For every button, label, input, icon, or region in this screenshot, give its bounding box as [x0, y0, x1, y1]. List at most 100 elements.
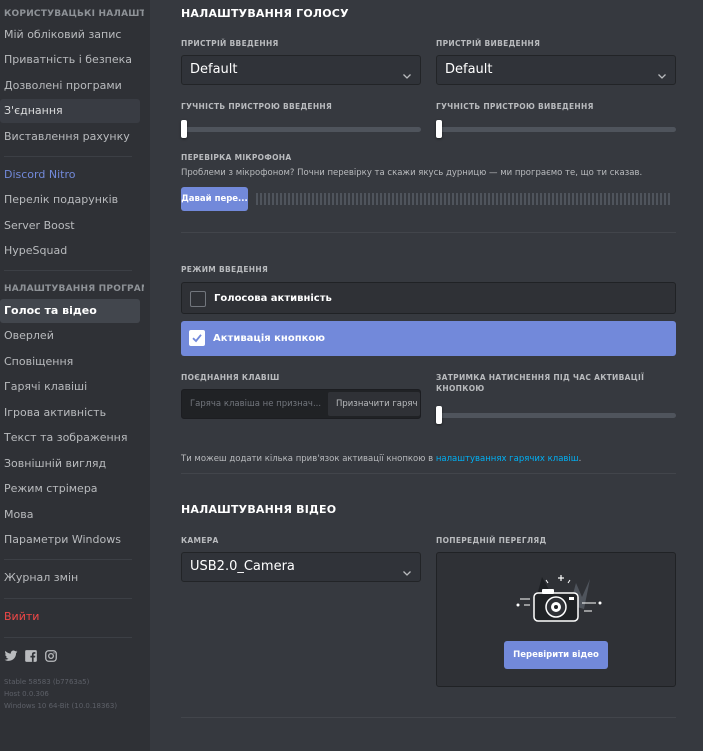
push-to-talk-checkbox[interactable] [189, 330, 205, 346]
settings-sidebar: КОРИСТУВАЦЬКІ НАЛАШТУВАННЯ Мій обліковий… [0, 0, 150, 751]
meter-bar [344, 193, 346, 205]
sidebar-item-gift-inventory[interactable]: Перелік подарунків [0, 188, 140, 212]
version-info: Stable 58583 (b7763a5) [4, 678, 90, 686]
meter-bar [620, 193, 622, 205]
input-mode-label: РЕЖИМ ВВЕДЕННЯ [181, 265, 269, 274]
meter-bar [456, 193, 458, 205]
sidebar-item-language[interactable]: Мова [0, 503, 140, 527]
release-delay-handle[interactable] [436, 406, 442, 424]
meter-bar [288, 193, 290, 205]
meter-bar [608, 193, 610, 205]
meter-bar [556, 193, 558, 205]
sidebar-item-privacy[interactable]: Приватність і безпека [0, 48, 140, 72]
sidebar-item-text-images[interactable]: Текст та зображення [0, 426, 140, 450]
meter-bar [272, 193, 274, 205]
input-volume-handle[interactable] [181, 120, 187, 138]
meter-bar [452, 193, 454, 205]
sidebar-item-changelog[interactable]: Журнал змін [0, 566, 140, 590]
sidebar-divider [4, 637, 132, 638]
meter-bar [532, 193, 534, 205]
meter-bar [260, 193, 262, 205]
twitter-icon[interactable] [4, 648, 18, 662]
output-device-value: Default [445, 62, 493, 77]
meter-bar [544, 193, 546, 205]
sidebar-divider [4, 156, 132, 157]
output-volume-slider[interactable] [436, 120, 676, 138]
meter-bar [504, 193, 506, 205]
record-keybind-button[interactable]: Призначити гаряч [328, 392, 420, 416]
meter-bar [564, 193, 566, 205]
shortcut-recorder[interactable]: Гаряча клавіша не признач... Призначити … [181, 389, 421, 419]
output-volume-handle[interactable] [436, 120, 442, 138]
meter-bar [568, 193, 570, 205]
sidebar-item-overlay[interactable]: Оверлей [0, 324, 140, 348]
sidebar-item-authorized-apps[interactable]: Дозволені програми [0, 74, 140, 98]
voice-activity-checkbox[interactable] [190, 291, 206, 307]
sidebar-item-logout[interactable]: Вийти [0, 605, 140, 629]
mic-test-button[interactable]: Давай пере... [181, 187, 248, 211]
meter-bar [276, 193, 278, 205]
test-video-button[interactable]: Перевірити відео [504, 641, 608, 669]
meter-bar [432, 193, 434, 205]
release-delay-slider[interactable] [436, 406, 676, 424]
camera-label: КАМЕРА [181, 536, 219, 545]
meter-bar [364, 193, 366, 205]
sidebar-item-appearance[interactable]: Зовнішній вигляд [0, 452, 140, 476]
meter-bar [648, 193, 650, 205]
sidebar-item-server-boost[interactable]: Server Boost [0, 214, 140, 238]
facebook-icon[interactable] [24, 648, 38, 662]
release-delay-label: КНОПКОЮ [436, 384, 485, 393]
meter-bar [464, 193, 466, 205]
user-settings-header: КОРИСТУВАЦЬКІ НАЛАШТУВАННЯ [4, 9, 144, 19]
shortcut-placeholder: Гаряча клавіша не признач... [190, 399, 322, 409]
sidebar-item-game-activity[interactable]: Ігрова активність [0, 401, 140, 425]
input-volume-label: ГУЧНІСТЬ ПРИСТРОЮ ВВЕДЕННЯ [181, 102, 333, 111]
meter-bar [444, 193, 446, 205]
sidebar-item-keybinds[interactable]: Гарячі клавіші [0, 375, 140, 399]
output-device-label: ПРИСТРІЙ ВИВЕДЕННЯ [436, 39, 541, 48]
social-links [4, 648, 58, 662]
sidebar-item-my-account[interactable]: Мій обліковий запис [0, 23, 140, 47]
sidebar-item-notifications[interactable]: Сповіщення [0, 350, 140, 374]
meter-bar [600, 193, 602, 205]
meter-bar [640, 193, 642, 205]
keybinds-settings-link[interactable]: налаштуваннях гарячих клавіш [436, 454, 579, 464]
input-volume-slider[interactable] [181, 120, 421, 138]
meter-bar [528, 193, 530, 205]
sidebar-item-billing[interactable]: Виставлення рахунку [0, 125, 140, 149]
meter-bar [540, 193, 542, 205]
output-device-select[interactable]: Default [436, 55, 676, 85]
meter-bar [332, 193, 334, 205]
meter-bar [412, 193, 414, 205]
input-device-select[interactable]: Default [181, 55, 421, 85]
meter-bar [372, 193, 374, 205]
sidebar-item-streamer-mode[interactable]: Режим стрімера [0, 477, 140, 501]
meter-bar [308, 193, 310, 205]
meter-bar [304, 193, 306, 205]
push-to-talk-option[interactable]: Активація кнопкою [181, 321, 676, 356]
meter-bar [628, 193, 630, 205]
voice-activity-option[interactable]: Голосова активність [181, 282, 676, 314]
chevron-down-icon [402, 64, 412, 79]
sidebar-item-hypesquad[interactable]: HypeSquad [0, 239, 140, 263]
meter-bar [612, 193, 614, 205]
meter-bar [584, 193, 586, 205]
sidebar-item-discord-nitro[interactable]: Discord Nitro [0, 163, 140, 187]
instagram-icon[interactable] [44, 648, 58, 662]
sidebar-item-connections[interactable]: З'єднання [0, 99, 140, 123]
meter-bar [292, 193, 294, 205]
camera-select[interactable]: USB2.0_Camera [181, 552, 421, 582]
keybinds-hint-text: Ти можеш додати кілька прив'язок активац… [181, 454, 436, 464]
section-divider [181, 717, 676, 718]
meter-bar [632, 193, 634, 205]
meter-bar [400, 193, 402, 205]
meter-bar [448, 193, 450, 205]
meter-bar [624, 193, 626, 205]
meter-bar [668, 193, 670, 205]
sidebar-item-windows-settings[interactable]: Параметри Windows [0, 528, 140, 552]
camera-illustration-icon [512, 565, 604, 627]
push-to-talk-label: Активація кнопкою [213, 333, 326, 344]
sidebar-item-voice-video[interactable]: Голос та відео [0, 299, 140, 323]
meter-bar [360, 193, 362, 205]
mic-test-label: ПЕРЕВІРКА МІКРОФОНА [181, 153, 292, 162]
